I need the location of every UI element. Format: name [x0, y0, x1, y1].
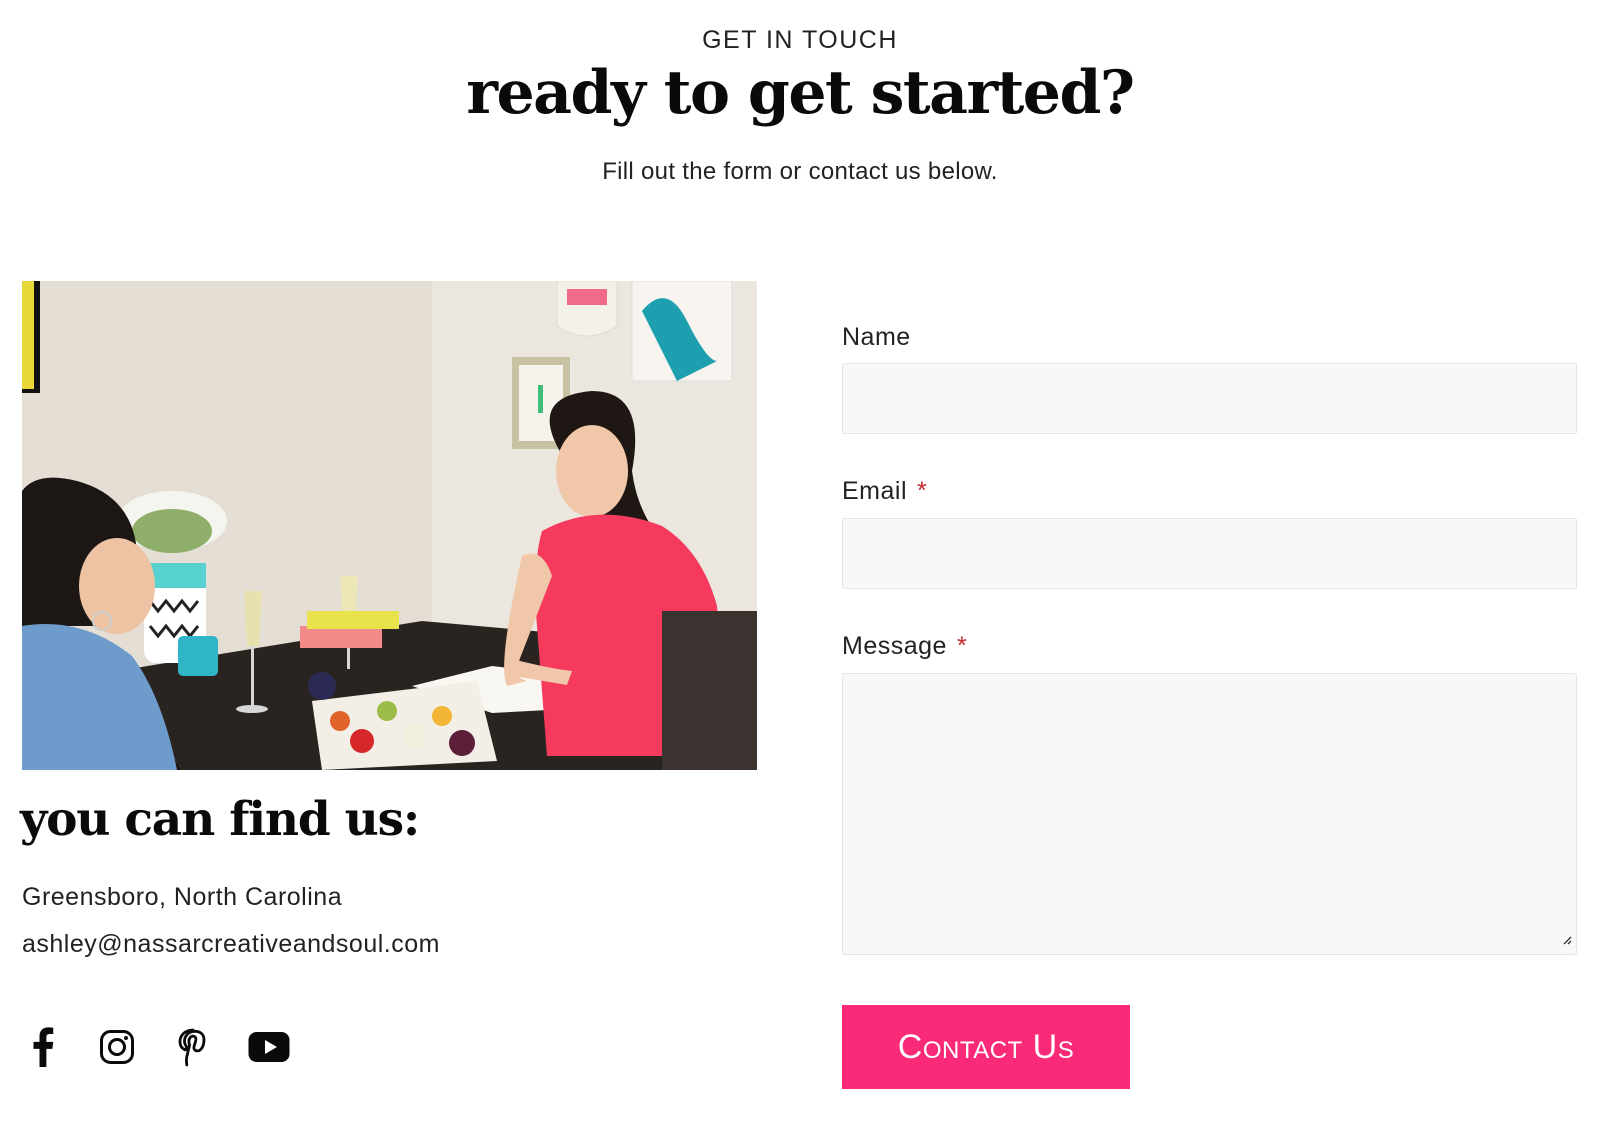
message-label: Message * — [842, 632, 968, 660]
instagram-icon[interactable] — [94, 1024, 140, 1070]
email-link[interactable]: ashley@nassarcreativeandsoul.com — [22, 930, 440, 959]
email-field[interactable] — [842, 518, 1577, 589]
location-text: Greensboro, North Carolina — [22, 883, 343, 911]
name-input[interactable] — [842, 363, 1577, 434]
pinterest-icon[interactable] — [170, 1024, 216, 1070]
hero-photo — [22, 281, 757, 770]
email-label: Email * — [842, 477, 928, 505]
page-subtitle: Fill out the form or contact us below. — [602, 158, 998, 185]
required-marker: * — [917, 477, 928, 505]
page-title: ready to get started? — [466, 58, 1135, 128]
required-marker: * — [956, 632, 968, 660]
facebook-icon[interactable] — [19, 1024, 65, 1070]
contact-us-button[interactable]: Contact Us — [842, 1005, 1130, 1089]
youtube-icon[interactable] — [246, 1024, 292, 1070]
message-textarea[interactable] — [842, 673, 1577, 955]
eyebrow-text: GET IN TOUCH — [702, 26, 898, 54]
resize-handle-icon[interactable] — [1560, 932, 1572, 950]
find-us-heading: you can find us: — [20, 792, 420, 847]
name-label: Name — [842, 323, 911, 351]
